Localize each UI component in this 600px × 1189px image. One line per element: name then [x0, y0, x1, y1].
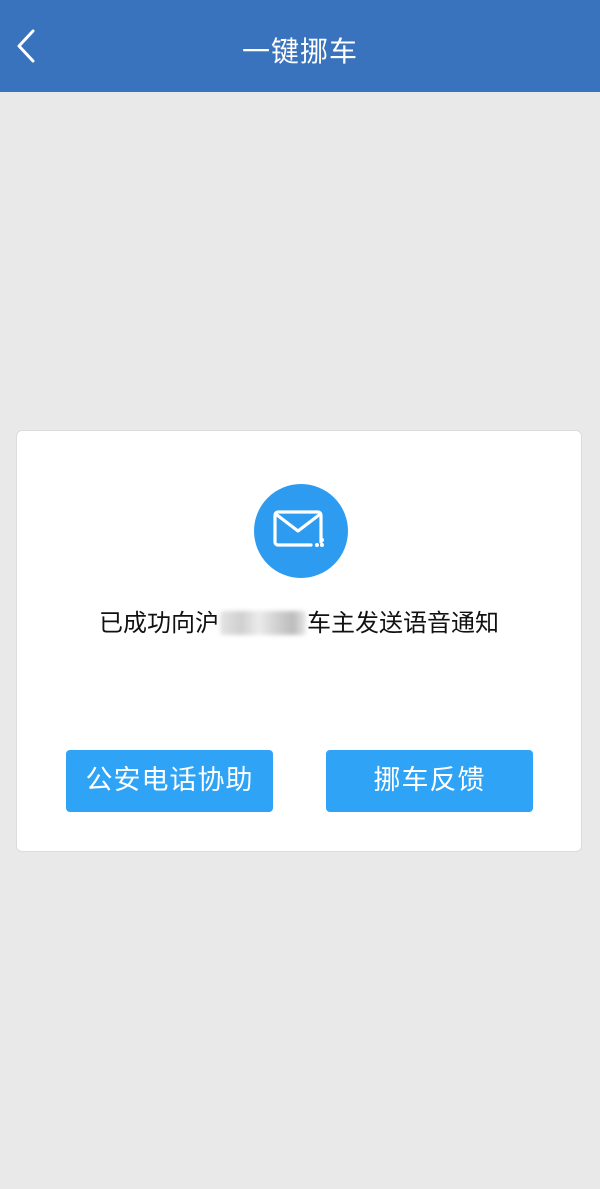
move-car-feedback-button[interactable]: 挪车反馈: [326, 750, 533, 812]
message-prefix: 已成功向沪: [99, 609, 219, 637]
notification-card: 已成功向沪 车主发送语音通知 公安电话协助 挪车反馈: [16, 430, 582, 852]
message-suffix: 车主发送语音通知: [307, 609, 499, 637]
mail-icon: [254, 484, 348, 578]
page-title: 一键挪车: [241, 35, 358, 68]
police-phone-assist-button[interactable]: 公安电话协助: [66, 750, 273, 812]
top-nav-bar: 一键挪车: [0, 0, 600, 92]
redacted-plate-number: [220, 611, 306, 635]
notification-message: 已成功向沪 车主发送语音通知: [17, 606, 581, 640]
